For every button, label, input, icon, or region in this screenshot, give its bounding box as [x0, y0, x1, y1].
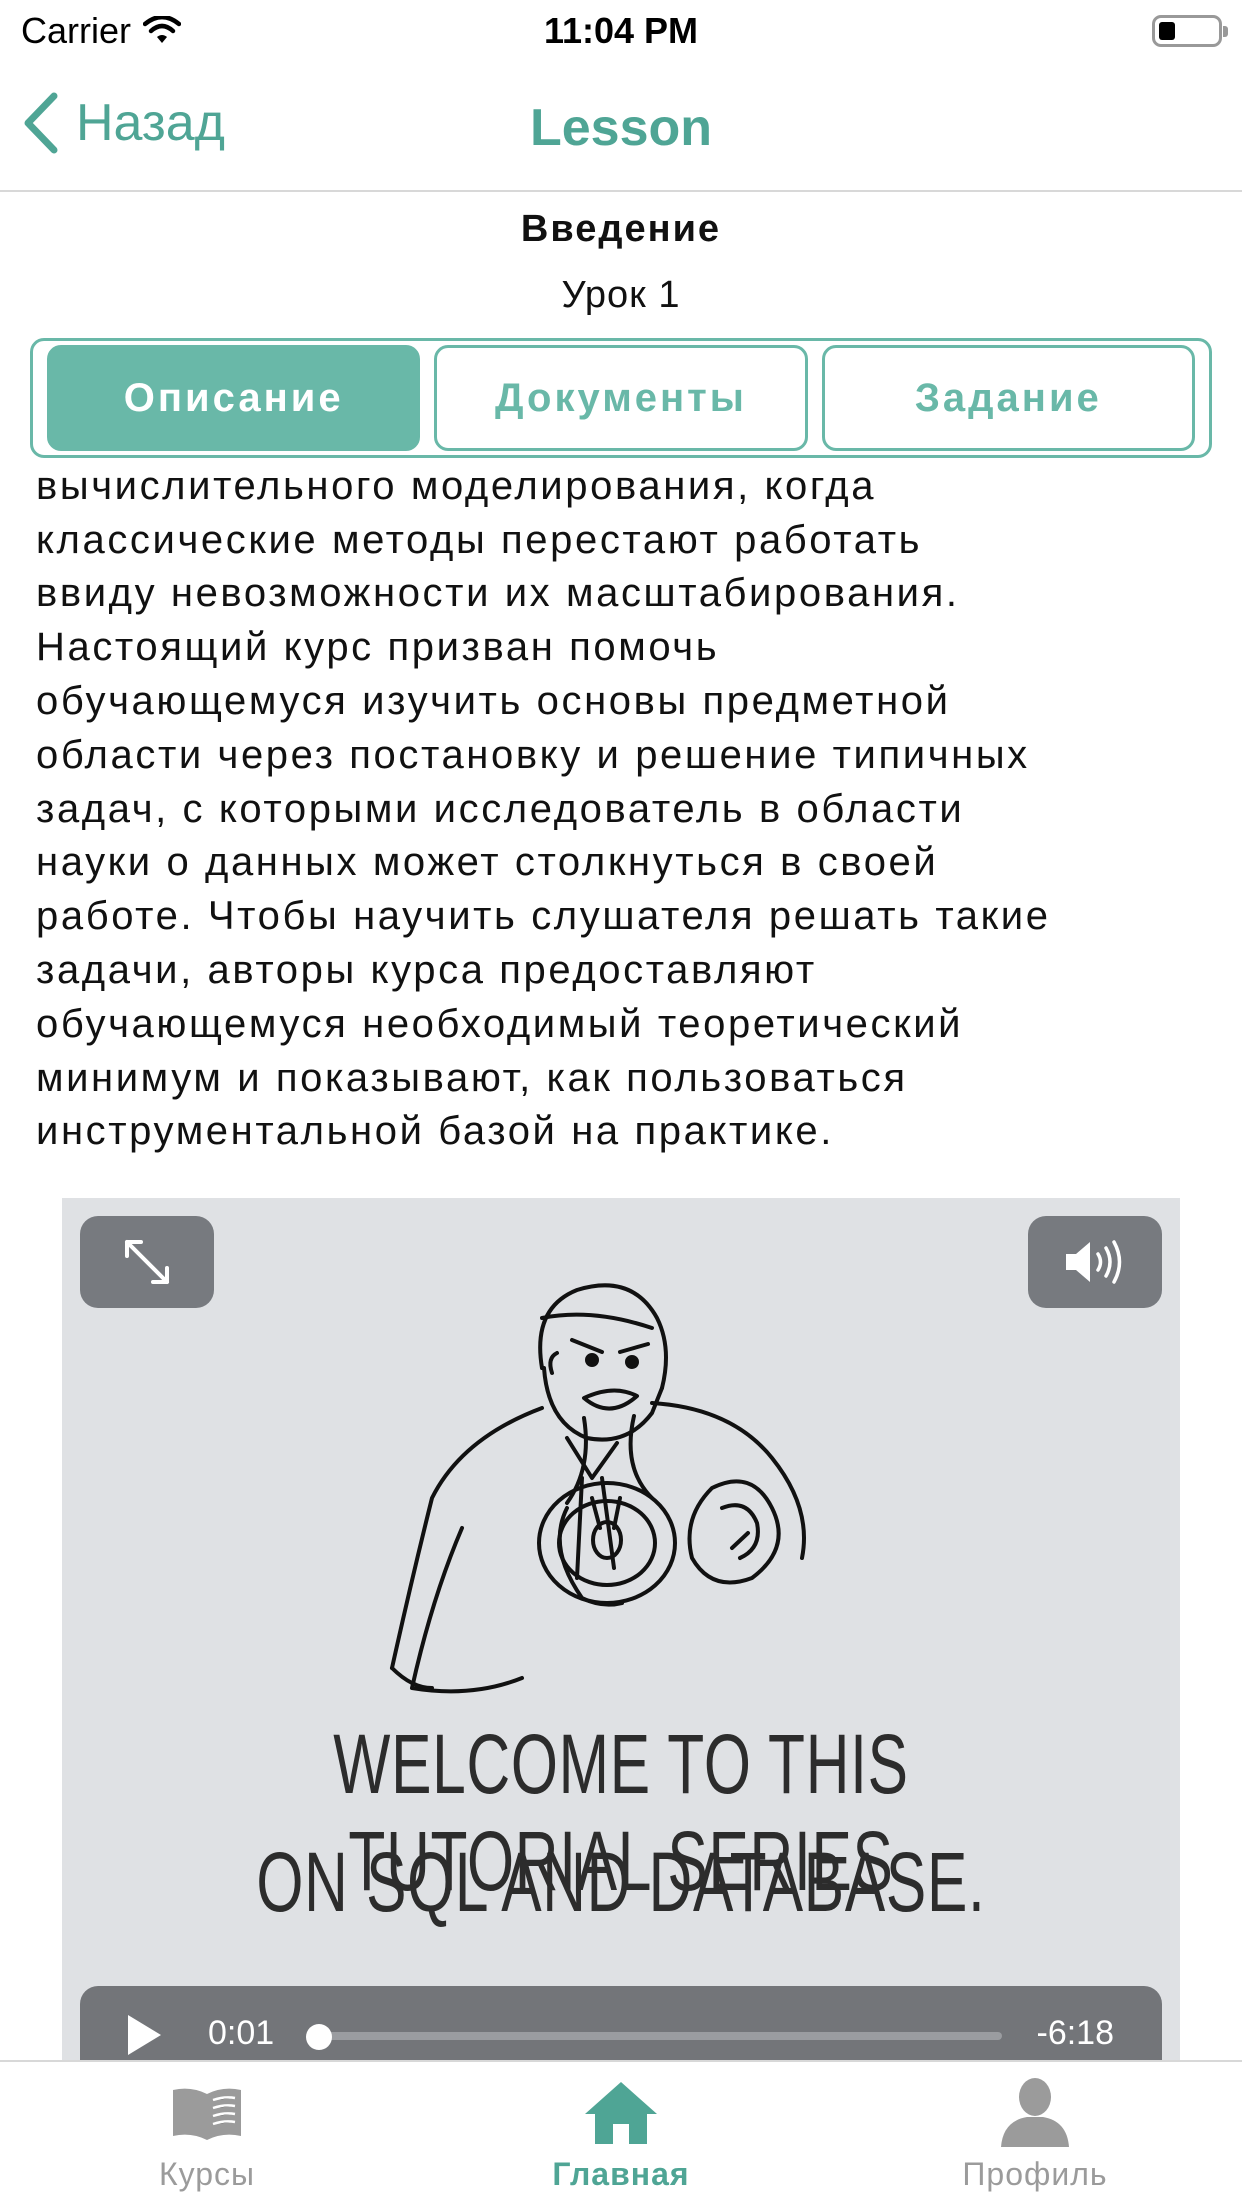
tabbar-item-courses[interactable]: Курсы — [0, 2062, 414, 2208]
megaphone-man-illustration — [390, 1283, 806, 1694]
lesson-content[interactable]: провести вычислительного моделирования, … — [0, 458, 1242, 2060]
video-caption-line-2: ON SQL AND DATABASE. — [256, 1835, 986, 1929]
battery-icon — [1152, 15, 1228, 47]
tab-bar: Курсы Главная Профиль — [0, 2060, 1242, 2208]
progress-handle[interactable] — [306, 2024, 332, 2050]
tabbar-item-profile[interactable]: Профиль — [828, 2062, 1242, 2208]
tab-assignment[interactable]: Задание — [821, 345, 1195, 451]
speaker-icon — [1066, 1240, 1122, 1284]
video-controls: 0:01 -6:18 — [80, 1986, 1162, 2060]
tabbar-label-home: Главная — [552, 2156, 690, 2192]
person-icon — [1001, 2078, 1069, 2147]
expand-icon — [125, 1240, 169, 1284]
play-icon[interactable] — [124, 2012, 164, 2058]
book-icon — [173, 2088, 241, 2140]
current-time: 0:01 — [208, 2014, 275, 2052]
video-player[interactable]: WELCOME TO THIS TUTORIAL SERIES ON SQL A… — [62, 1198, 1180, 2060]
lesson-description: провести вычислительного моделирования, … — [36, 463, 1051, 1154]
tabbar-label-courses: Курсы — [158, 2156, 256, 2192]
lesson-tabs: Описание Документы Задание — [30, 338, 1212, 458]
tabbar-item-home[interactable]: Главная — [414, 2062, 828, 2208]
remaining-time: -6:18 — [1036, 2014, 1115, 2052]
tab-documents[interactable]: Документы — [434, 345, 808, 451]
status-time: 11:04 PM — [543, 10, 699, 51]
volume-button[interactable] — [1028, 1216, 1162, 1308]
fullscreen-button[interactable] — [80, 1216, 214, 1308]
lesson-number: Урок 1 — [561, 274, 681, 316]
tab-description[interactable]: Описание — [47, 345, 421, 451]
navigation-bar: Назад Lesson — [0, 62, 1242, 192]
page-title: Lesson — [529, 99, 713, 157]
lesson-title: Введение — [520, 208, 722, 250]
video-progress-bar[interactable] — [312, 2032, 1002, 2040]
status-bar: Carrier 11:04 PM — [0, 0, 1242, 62]
home-icon — [585, 2082, 657, 2144]
tabbar-label-profile: Профиль — [962, 2156, 1108, 2192]
